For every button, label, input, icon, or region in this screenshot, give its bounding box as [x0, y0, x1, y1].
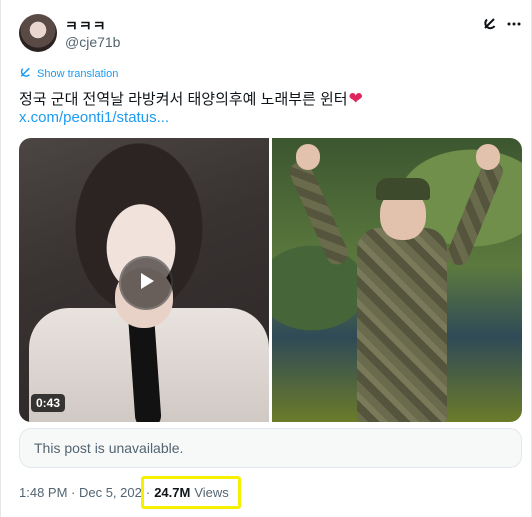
- author-display-name[interactable]: ㅋㅋㅋ: [65, 16, 107, 36]
- more-options-icon[interactable]: [506, 16, 522, 32]
- show-translation-link[interactable]: Show translation: [19, 66, 118, 82]
- photo-soldier-body: [357, 228, 447, 422]
- play-button[interactable]: [119, 256, 173, 310]
- post-text-body: 정국 군대 전역날 라방켜서 태양의후예 노래부른 윈터: [19, 91, 348, 108]
- photo-arm-left: [286, 158, 352, 268]
- avatar[interactable]: [19, 14, 57, 52]
- photo-arm-right: [444, 157, 506, 269]
- post-timestamp[interactable]: 1:48 PM · Dec 5, 202: [19, 485, 142, 500]
- translate-icon: [19, 66, 32, 82]
- photo-thumbnail[interactable]: [272, 138, 522, 422]
- video-thumbnail[interactable]: 0:43: [19, 138, 269, 422]
- quoted-post-unavailable: This post is unavailable.: [19, 428, 522, 468]
- media-grid: 0:43: [19, 138, 522, 422]
- post-card: ㅋㅋㅋ @cje71b Show translation 정국 군대 전역날 라…: [0, 0, 532, 517]
- translate-label: Show translation: [37, 68, 119, 80]
- post-text: 정국 군대 전역날 라방켜서 태양의후예 노래부른 윈터❤: [19, 88, 363, 109]
- author-handle[interactable]: @cje71b: [65, 34, 120, 50]
- photo-hand-right: [476, 144, 500, 170]
- video-duration-badge: 0:43: [31, 394, 66, 412]
- play-icon: [135, 270, 157, 297]
- unavailable-text: This post is unavailable.: [34, 440, 184, 456]
- heart-emoji: ❤: [348, 89, 363, 108]
- photo-hand-left: [296, 144, 320, 170]
- post-link[interactable]: x.com/peonti1/status...: [19, 109, 169, 126]
- grok-icon[interactable]: [482, 16, 498, 32]
- photo-soldier-cap: [376, 178, 430, 200]
- views-highlight-box: [141, 476, 241, 509]
